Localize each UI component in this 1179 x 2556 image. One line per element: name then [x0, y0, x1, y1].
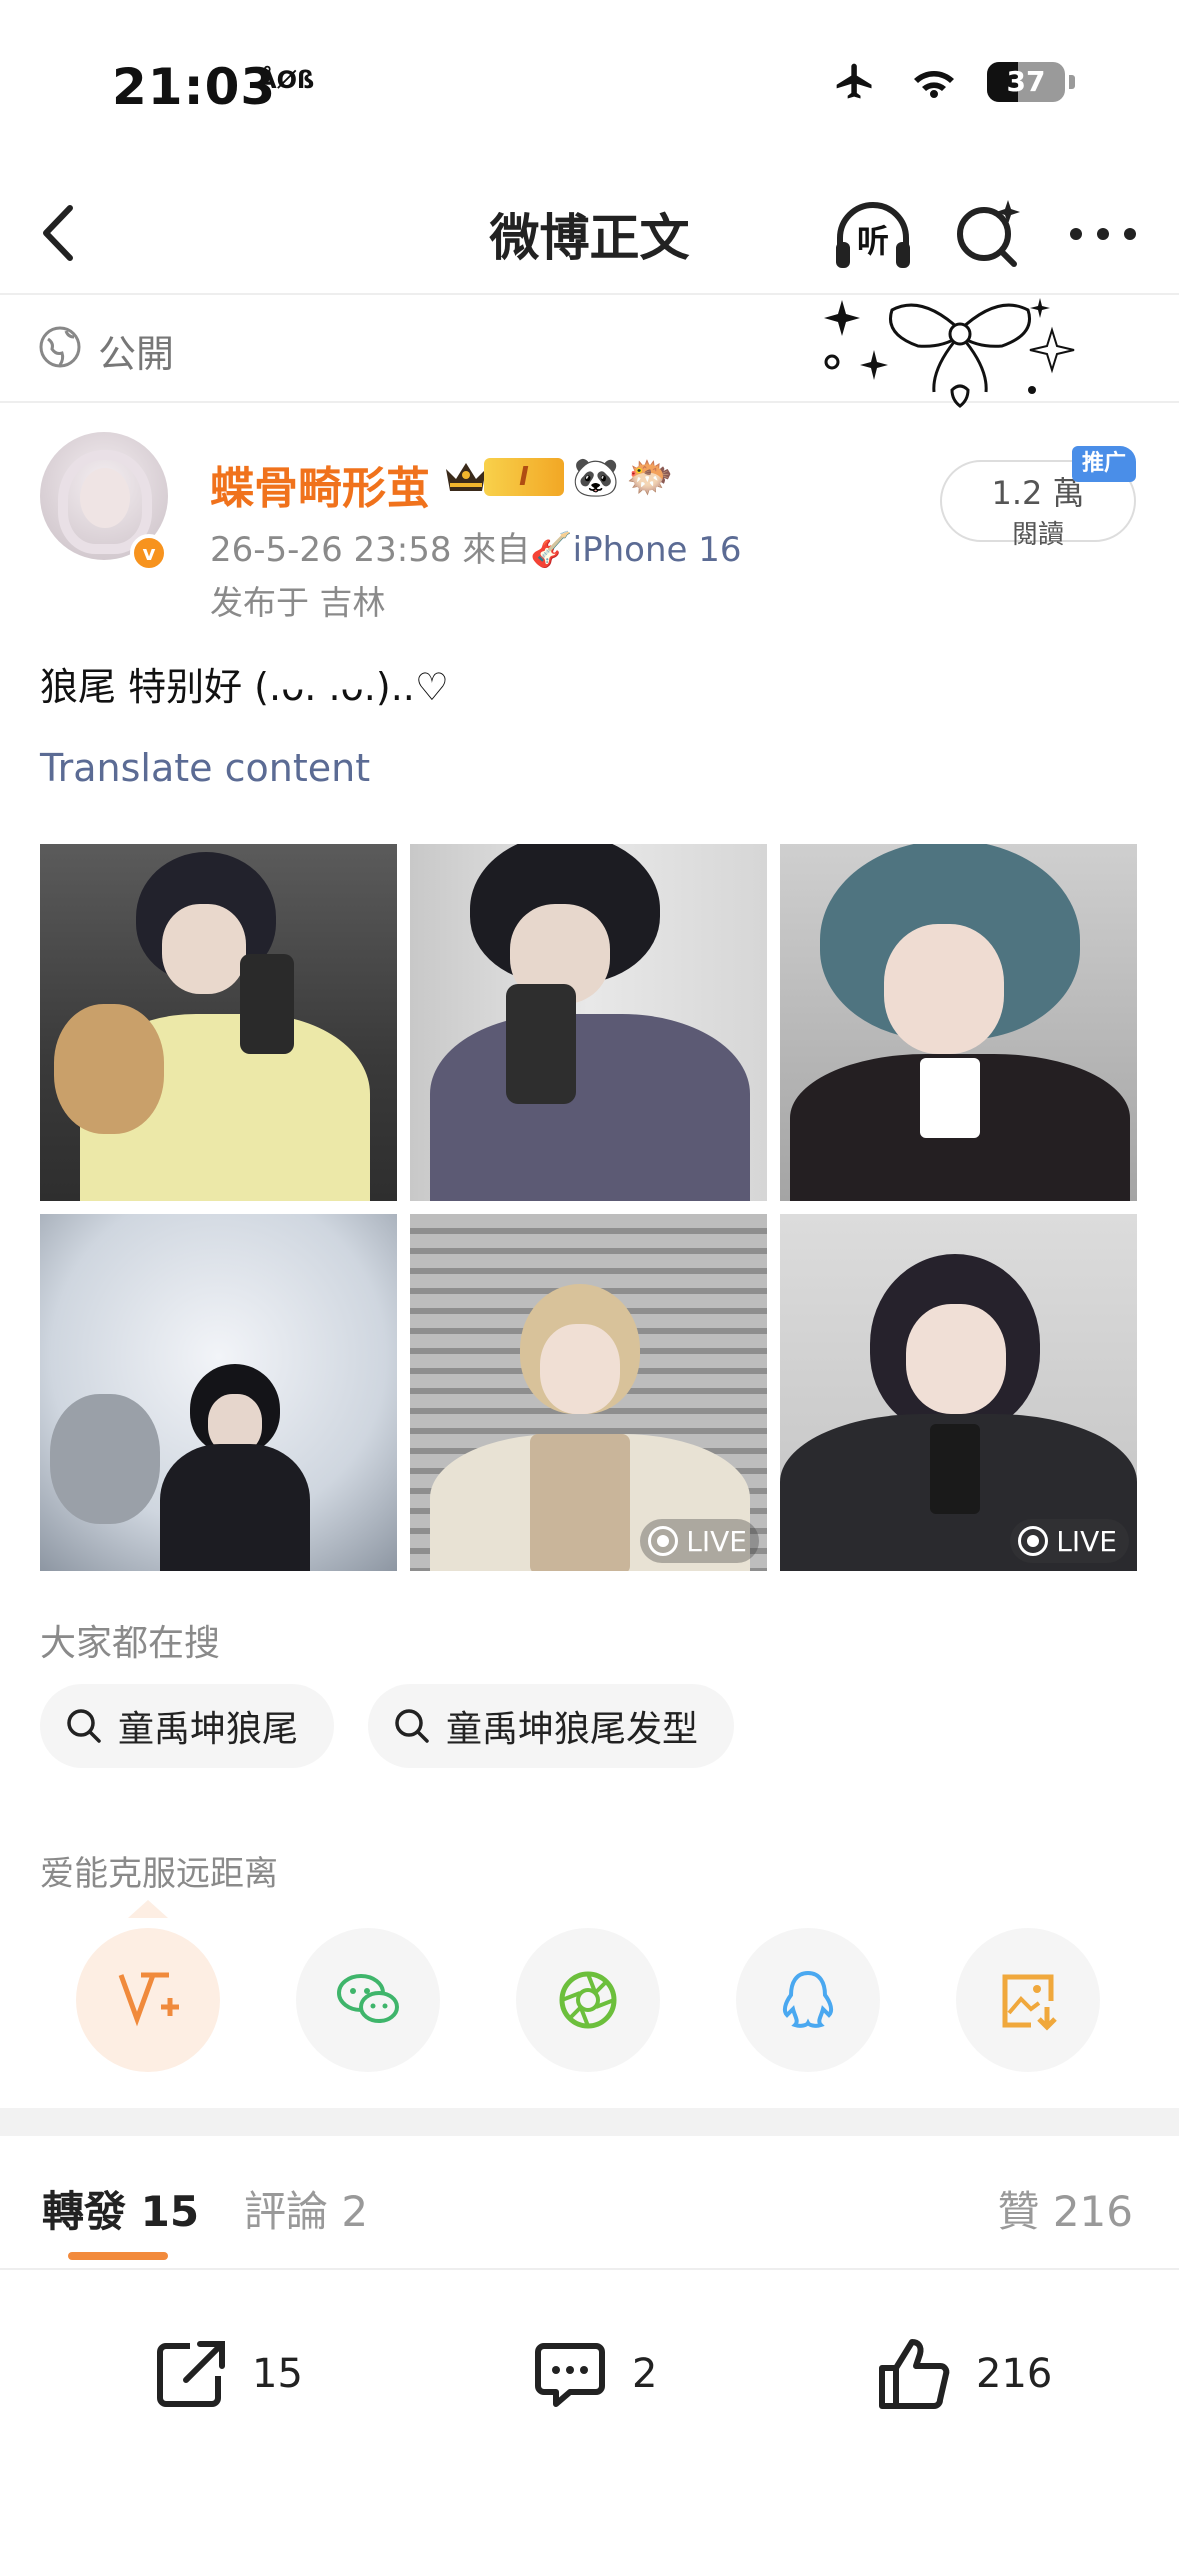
username[interactable]: 蝶骨畸形茧 [210, 452, 430, 516]
status-icons: 37 [829, 60, 1075, 104]
comment-button[interactable]: 2 [530, 2334, 657, 2414]
post-meta: 26-5-26 23:58 來自🎸iPhone 16 [210, 522, 741, 571]
share-pointer [128, 1900, 168, 1918]
status-bar: 21:03 ÅØß 37 [0, 0, 1179, 170]
search-chip-label: 童禹坤狼尾发型 [446, 1709, 699, 1750]
moments-share-button[interactable] [516, 1928, 660, 2072]
comment-count: 2 [632, 2351, 658, 2397]
live-icon [648, 1526, 679, 1556]
wifi-icon [914, 71, 954, 98]
post-location: 发布于 吉林 [210, 583, 386, 622]
qq-share-button[interactable] [736, 1928, 880, 2072]
bottom-action-bar: 15 2 216 [0, 2290, 1179, 2460]
globe-icon [39, 326, 81, 368]
repost-count: 15 [252, 2351, 303, 2397]
section-divider [0, 2108, 1179, 2136]
panda-icon: 🐼 [572, 455, 620, 499]
vip-badge[interactable]: I [442, 455, 564, 499]
bow-decoration [824, 298, 1075, 408]
photo-5[interactable]: LIVE [410, 1214, 767, 1571]
tab-active-indicator [68, 2252, 168, 2260]
photo-6[interactable]: LIVE [780, 1214, 1137, 1571]
photo-4[interactable] [40, 1214, 397, 1571]
tab-likes[interactable]: 贊 216 [997, 2178, 1133, 2239]
post-text: 狼尾 特别好 (.ᴗ. .ᴗ.)..♡ [40, 665, 449, 709]
vip-level: I [484, 458, 564, 496]
repost-icon [157, 2341, 225, 2407]
comment-icon [535, 2343, 605, 2407]
weibo-share-button[interactable] [76, 1928, 220, 2072]
repost-button[interactable]: 15 [150, 2334, 303, 2414]
photo-2[interactable] [410, 844, 767, 1201]
translate-link[interactable]: Translate content [40, 746, 370, 790]
search-chip[interactable]: 童禹坤狼尾发型 [368, 1684, 735, 1768]
status-focus-badge: ÅØß [258, 66, 315, 94]
ai-search-icon[interactable] [950, 194, 1026, 274]
search-icon [395, 1709, 429, 1743]
weibo-share-icon [118, 1972, 179, 2027]
trending-search-title: 大家都在搜 [40, 1623, 221, 1664]
photo-grid: LIVE LIVE [40, 844, 1138, 1572]
status-time: 21:03 [112, 58, 277, 116]
avatar-face [80, 468, 130, 528]
search-chip-label: 童禹坤狼尾 [118, 1709, 299, 1750]
like-count: 216 [976, 2351, 1053, 2397]
promo-badge[interactable]: 推广 [1072, 446, 1136, 482]
like-button[interactable]: 216 [874, 2334, 1052, 2414]
live-label: LIVE [686, 1524, 747, 1558]
post-time-source: 26-5-26 23:58 來自🎸 [210, 530, 573, 570]
wechat-icon [337, 1974, 399, 2023]
live-badge: LIVE [640, 1519, 759, 1563]
verified-badge-icon: v [130, 534, 168, 572]
listen-button[interactable]: 听 [830, 194, 916, 274]
live-badge: LIVE [1010, 1519, 1129, 1563]
live-icon [1018, 1526, 1049, 1556]
nav-bar: 微博正文 听 [0, 170, 1179, 295]
battery-tip [1069, 75, 1075, 89]
post-device[interactable]: iPhone 16 [573, 530, 742, 570]
listen-label: 听 [856, 222, 889, 260]
engagement-tabs: 轉發 15 評論 2 贊 216 [0, 2136, 1179, 2270]
tab-comments[interactable]: 評論 2 [244, 2178, 368, 2239]
airplane-icon [836, 63, 872, 99]
save-image-icon [1002, 1974, 1057, 2031]
reads-label: 閱讀 [1011, 520, 1064, 550]
more-icon[interactable] [1066, 204, 1140, 264]
photo-1[interactable] [40, 844, 397, 1201]
tab-reposts[interactable]: 轉發 15 [42, 2178, 199, 2239]
save-image-button[interactable] [956, 1928, 1100, 2072]
user-badges: I 🐼 🐡 [442, 454, 674, 500]
live-label: LIVE [1056, 1524, 1117, 1558]
thumbs-up-icon [879, 2339, 950, 2409]
crown-icon [446, 463, 486, 491]
photo-3[interactable] [780, 844, 1137, 1201]
share-title: 爱能克服远距离 [40, 1854, 278, 1894]
qq-icon [782, 1970, 834, 2028]
search-icon [67, 1709, 101, 1743]
moments-icon [559, 1971, 617, 2029]
visibility-label: 公開 [98, 332, 175, 376]
battery-level: 37 [1006, 65, 1046, 98]
search-chip[interactable]: 童禹坤狼尾 [40, 1684, 335, 1768]
wechat-share-button[interactable] [296, 1928, 440, 2072]
battery-icon: 37 [987, 62, 1065, 102]
fish-icon: 🐡 [626, 455, 674, 499]
